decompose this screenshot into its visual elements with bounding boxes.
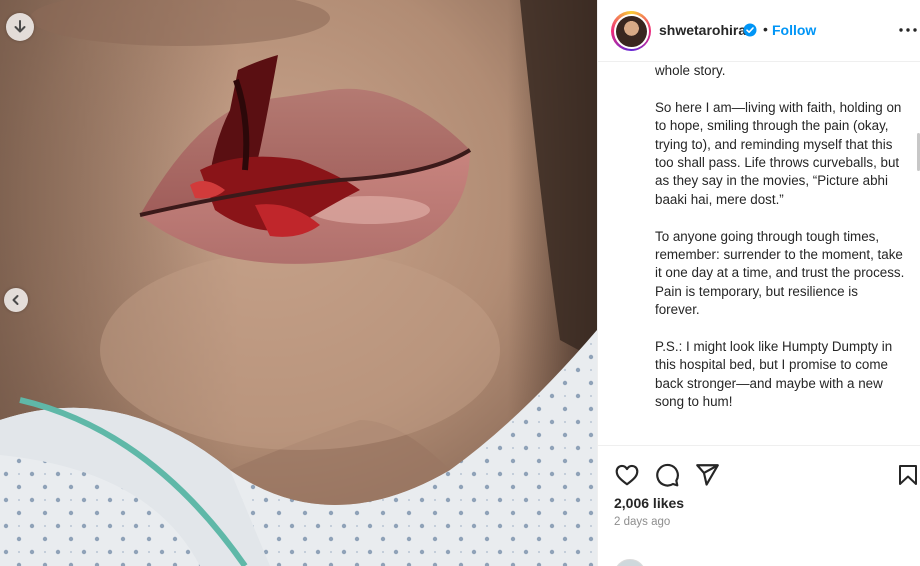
avatar-image: [615, 15, 647, 47]
username-link[interactable]: shwetarohira: [659, 22, 746, 38]
caption-paragraph: P.S.: I might look like Humpty Dumpty in…: [655, 339, 893, 410]
post-header: shwetarohira • Follow: [598, 0, 920, 62]
post-caption: whole story. So here I am—living with fa…: [655, 62, 905, 430]
caption-scrollbar[interactable]: [916, 62, 920, 445]
comment-avatar: [614, 559, 646, 566]
post-side-panel: shwetarohira • Follow whole story. So he…: [597, 0, 920, 566]
post-media[interactable]: [0, 0, 597, 566]
arrow-down-icon: [14, 20, 26, 33]
paper-plane-icon[interactable]: [694, 462, 720, 488]
avatar-frame: [613, 13, 649, 49]
more-horizontal-icon[interactable]: [897, 19, 919, 41]
comment-icon[interactable]: [654, 462, 680, 488]
likes-count[interactable]: 2,006 likes: [614, 495, 684, 511]
download-button[interactable]: [6, 13, 34, 41]
follow-button[interactable]: Follow: [772, 22, 816, 38]
caption-paragraph: To anyone going through tough times, rem…: [655, 228, 905, 318]
post-timestamp[interactable]: 2 days ago: [614, 516, 670, 528]
verified-badge-icon: [743, 23, 757, 37]
post-actions: 2,006 likes 2 days ago: [598, 445, 920, 566]
separator-dot: •: [763, 21, 768, 37]
caption-paragraph: So here I am—living with faith, holding …: [655, 99, 902, 207]
avatar[interactable]: [611, 11, 651, 51]
previous-media-button[interactable]: [4, 288, 28, 312]
chevron-left-icon: [12, 295, 19, 305]
caption-scroll-area[interactable]: whole story. So here I am—living with fa…: [598, 62, 920, 445]
caption-paragraph: whole story.: [655, 63, 726, 78]
post-photo: [0, 0, 597, 566]
bookmark-icon[interactable]: [896, 462, 920, 488]
heart-icon[interactable]: [614, 462, 640, 488]
